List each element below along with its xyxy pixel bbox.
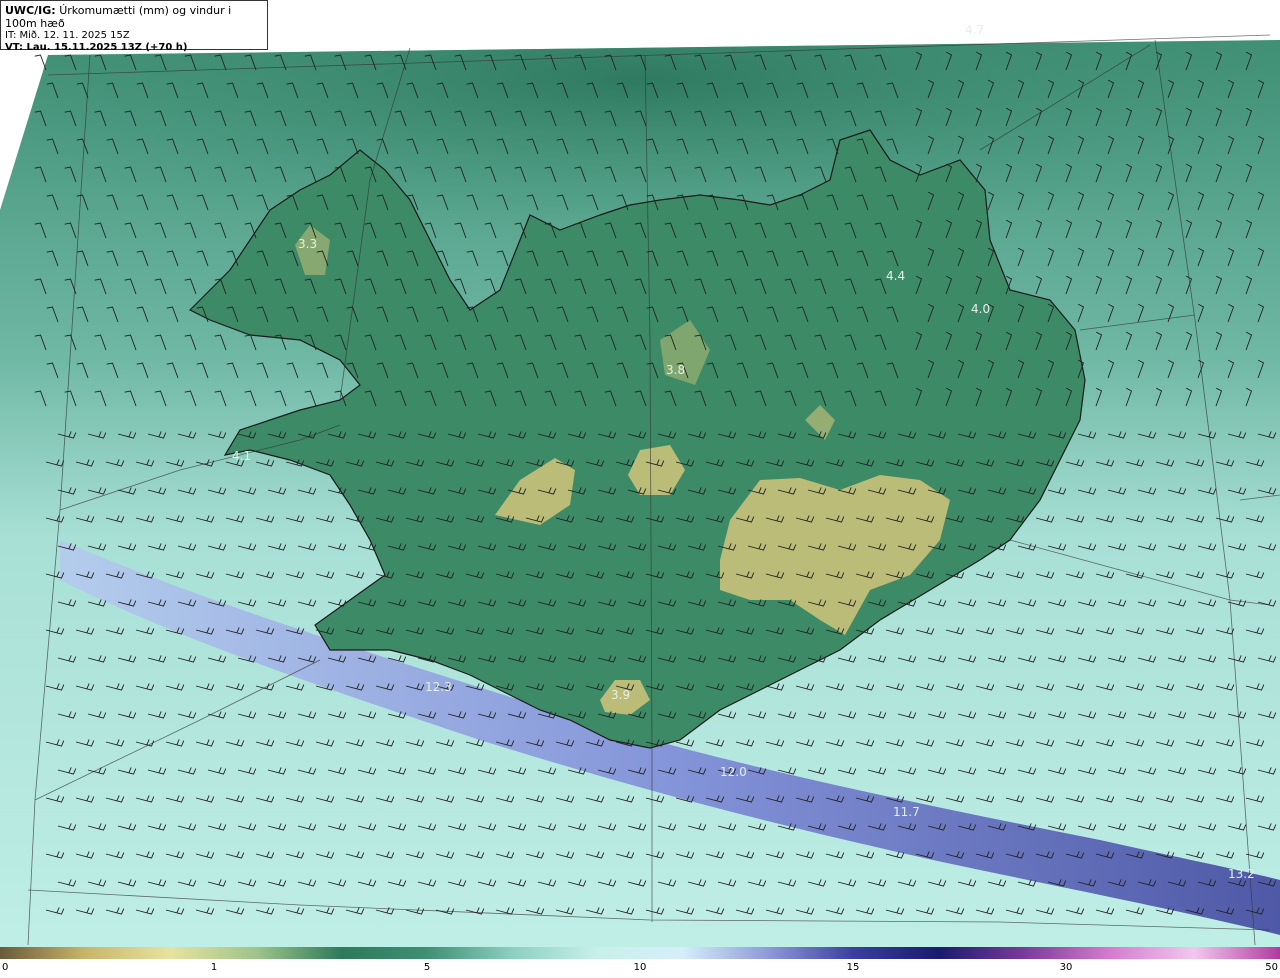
label-max-south-sea-central: 12.0 — [720, 765, 747, 779]
init-time: IT: Mið. 12. 11. 2025 15Z — [5, 30, 130, 41]
map-header-box: UWC/IG: Úrkomumætti (mm) og vindur i 100… — [0, 0, 268, 53]
label-max-south-sea-west: 12.3 — [425, 680, 452, 694]
colorbar-tick: 1 — [210, 962, 218, 973]
label-max-east: 4.0 — [971, 302, 990, 316]
colorbar-tick: 5 — [423, 962, 431, 973]
colorbar-strip — [0, 947, 1280, 959]
label-max-south-sea-east: 11.7 — [893, 805, 920, 819]
label-max-north-east-sea: 4.7 — [965, 23, 984, 37]
label-max-westfjords: 3.3 — [298, 237, 317, 251]
label-max-north-central: 3.8 — [666, 363, 685, 377]
header-line-product: UWC/IG: Úrkomumætti (mm) og vindur i 100… — [5, 4, 263, 30]
label-max-south-sea-far-east: 13.2 — [1228, 867, 1255, 881]
precipitation-colorbar: 0 1 5 10 15 30 50 — [0, 947, 1280, 978]
valid-time: VT: Lau. 15.11.2025 13Z (+70 h) — [5, 42, 188, 53]
colorbar-tick: 15 — [846, 962, 860, 973]
colorbar-tick: 10 — [633, 962, 647, 973]
colorbar-tick: 30 — [1059, 962, 1073, 973]
colorbar-tick: 50 — [1265, 962, 1278, 973]
label-max-south: 3.9 — [611, 688, 630, 702]
precipitation-wind-map: 4.7 3.3 4.4 4.0 3.8 4.1 3.9 12.3 12.0 11… — [0, 0, 1280, 947]
label-max-north-east: 4.4 — [886, 269, 905, 283]
product-code: UWC/IG: — [5, 4, 56, 17]
colorbar-tick: 0 — [2, 962, 9, 973]
label-max-snaefellsnes: 4.1 — [232, 449, 251, 463]
